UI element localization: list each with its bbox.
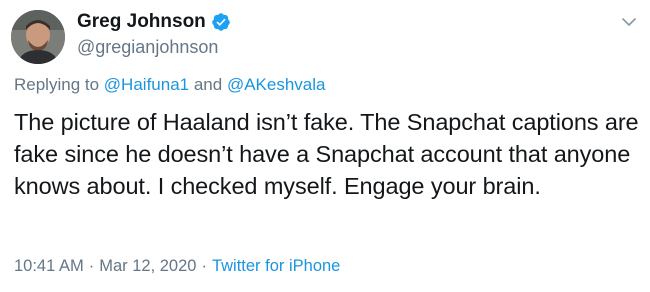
tweet-time[interactable]: 10:41 AM [14,257,84,275]
replying-to-line: Replying to @Haifuna1 and @AKeshvala [14,75,325,95]
tweet-card[interactable]: Greg Johnson @gregianjohnson Replying to… [0,0,650,292]
author-name-row[interactable]: Greg Johnson [77,10,231,34]
meta-separator: · [201,257,207,275]
replying-prefix: Replying to [14,75,100,94]
chevron-down-icon[interactable] [621,15,637,27]
tweet-date[interactable]: Mar 12, 2020 [99,257,196,275]
tweet-metadata: 10:41 AM · Mar 12, 2020 · Twitter for iPhone [14,257,340,276]
display-name[interactable]: Greg Johnson [77,11,206,33]
tweet-source-link[interactable]: Twitter for iPhone [212,257,340,275]
mention-link-haifuna1[interactable]: @Haifuna1 [104,75,189,94]
tweet-text: The picture of Haaland isn’t fake. The S… [14,109,639,199]
author-handle[interactable]: @gregianjohnson [77,37,218,58]
avatar[interactable] [11,10,65,64]
avatar-image [11,10,65,64]
meta-separator: · [88,257,95,275]
mention-link-akeshvala[interactable]: @AKeshvala [227,75,326,94]
verified-badge-icon [211,12,231,32]
replying-and: and [193,75,223,94]
